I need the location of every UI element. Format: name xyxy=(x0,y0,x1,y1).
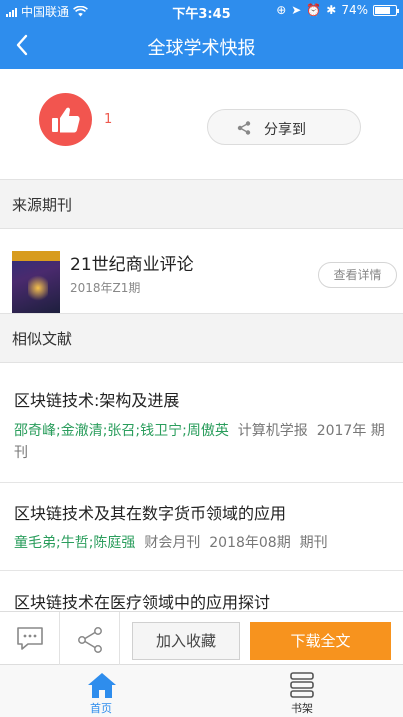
similar-section-header: 相似文献 xyxy=(0,313,403,363)
article-journal: 计算机学报 xyxy=(237,423,308,439)
battery-percent: 74% xyxy=(341,3,368,17)
article-year: 2018年08期 xyxy=(209,535,291,551)
page-title: 全球学术快报 xyxy=(147,38,256,59)
article-title: 区块链技术在医疗领域中的应用探讨 xyxy=(14,593,271,612)
nav-bar: 全球学术快报 xyxy=(0,22,403,69)
article-year: 2017年 xyxy=(316,423,367,439)
article-title: 区块链技术:架构及进展 xyxy=(14,391,180,410)
alarm-icon: ⏰ xyxy=(306,3,322,17)
share-action-button[interactable] xyxy=(60,612,120,666)
article-meta: 邵奇峰;金澈清;张召;钱卫宁;周傲英 计算机学报 2017年 期刊 xyxy=(14,420,394,464)
bluetooth-icon: ✱ xyxy=(326,3,337,17)
tab-bar: 首页 书架 xyxy=(0,665,403,717)
tab-home-label: 首页 xyxy=(90,702,112,715)
article-type: 期刊 xyxy=(299,535,328,551)
article-authors: 童毛弟;牛哲;陈庭强 xyxy=(14,535,136,551)
comment-button[interactable] xyxy=(0,612,60,666)
bookshelf-icon xyxy=(290,672,314,698)
article-title: 区块链技术及其在数字货币领域的应用 xyxy=(14,504,287,523)
location-icon: ➤ xyxy=(291,3,302,17)
status-bar: 中国联通 下午3:45 ⊕ ➤ ⏰ ✱ 74% xyxy=(0,0,403,22)
journal-cover xyxy=(12,251,60,313)
battery-icon xyxy=(373,4,399,16)
action-bar: 加入收藏 下载全文 xyxy=(0,611,403,666)
share-button[interactable]: 分享到 xyxy=(207,109,361,145)
like-button[interactable] xyxy=(39,93,92,146)
tab-bookshelf-label: 书架 xyxy=(291,702,313,715)
journal-name: 21世纪商业评论 xyxy=(70,255,194,275)
article-item[interactable]: 区块链技术:架构及进展 邵奇峰;金澈清;张召;钱卫宁;周傲英 计算机学报 201… xyxy=(0,363,403,483)
thumbs-up-icon xyxy=(52,107,80,133)
article-authors: 邵奇峰;金澈清;张召;钱卫宁;周傲英 xyxy=(14,423,229,439)
share-icon xyxy=(78,627,102,653)
share-label: 分享到 xyxy=(264,122,306,138)
download-full-text-button[interactable]: 下载全文 xyxy=(250,622,391,660)
article-journal: 财会月刊 xyxy=(144,535,201,551)
source-section-header: 来源期刊 xyxy=(0,179,403,229)
tab-bookshelf[interactable]: 书架 xyxy=(202,665,402,717)
journal-issue: 2018年Z1期 xyxy=(70,281,141,295)
article-item[interactable]: 区块链技术在医疗领域中的应用探讨 xyxy=(0,571,403,612)
journal-row[interactable]: 21世纪商业评论 2018年Z1期 查看详情 xyxy=(0,229,403,313)
source-section-title: 来源期刊 xyxy=(12,196,73,214)
tab-home[interactable]: 首页 xyxy=(1,665,201,717)
add-to-favorites-button[interactable]: 加入收藏 xyxy=(132,622,240,660)
header: 中国联通 下午3:45 ⊕ ➤ ⏰ ✱ 74% 全球学术快报 xyxy=(0,0,403,69)
like-share-area: 1 分享到 xyxy=(0,69,403,179)
comment-icon xyxy=(17,627,43,650)
home-icon xyxy=(88,673,116,698)
similar-section-title: 相似文献 xyxy=(12,330,73,348)
rotation-lock-icon: ⊕ xyxy=(276,3,287,17)
share-icon xyxy=(237,121,251,135)
view-details-button[interactable]: 查看详情 xyxy=(318,262,397,288)
article-meta: 童毛弟;牛哲;陈庭强 财会月刊 2018年08期 期刊 xyxy=(14,532,394,554)
article-item[interactable]: 区块链技术及其在数字货币领域的应用 童毛弟;牛哲;陈庭强 财会月刊 2018年0… xyxy=(0,483,403,571)
like-count: 1 xyxy=(104,112,113,127)
